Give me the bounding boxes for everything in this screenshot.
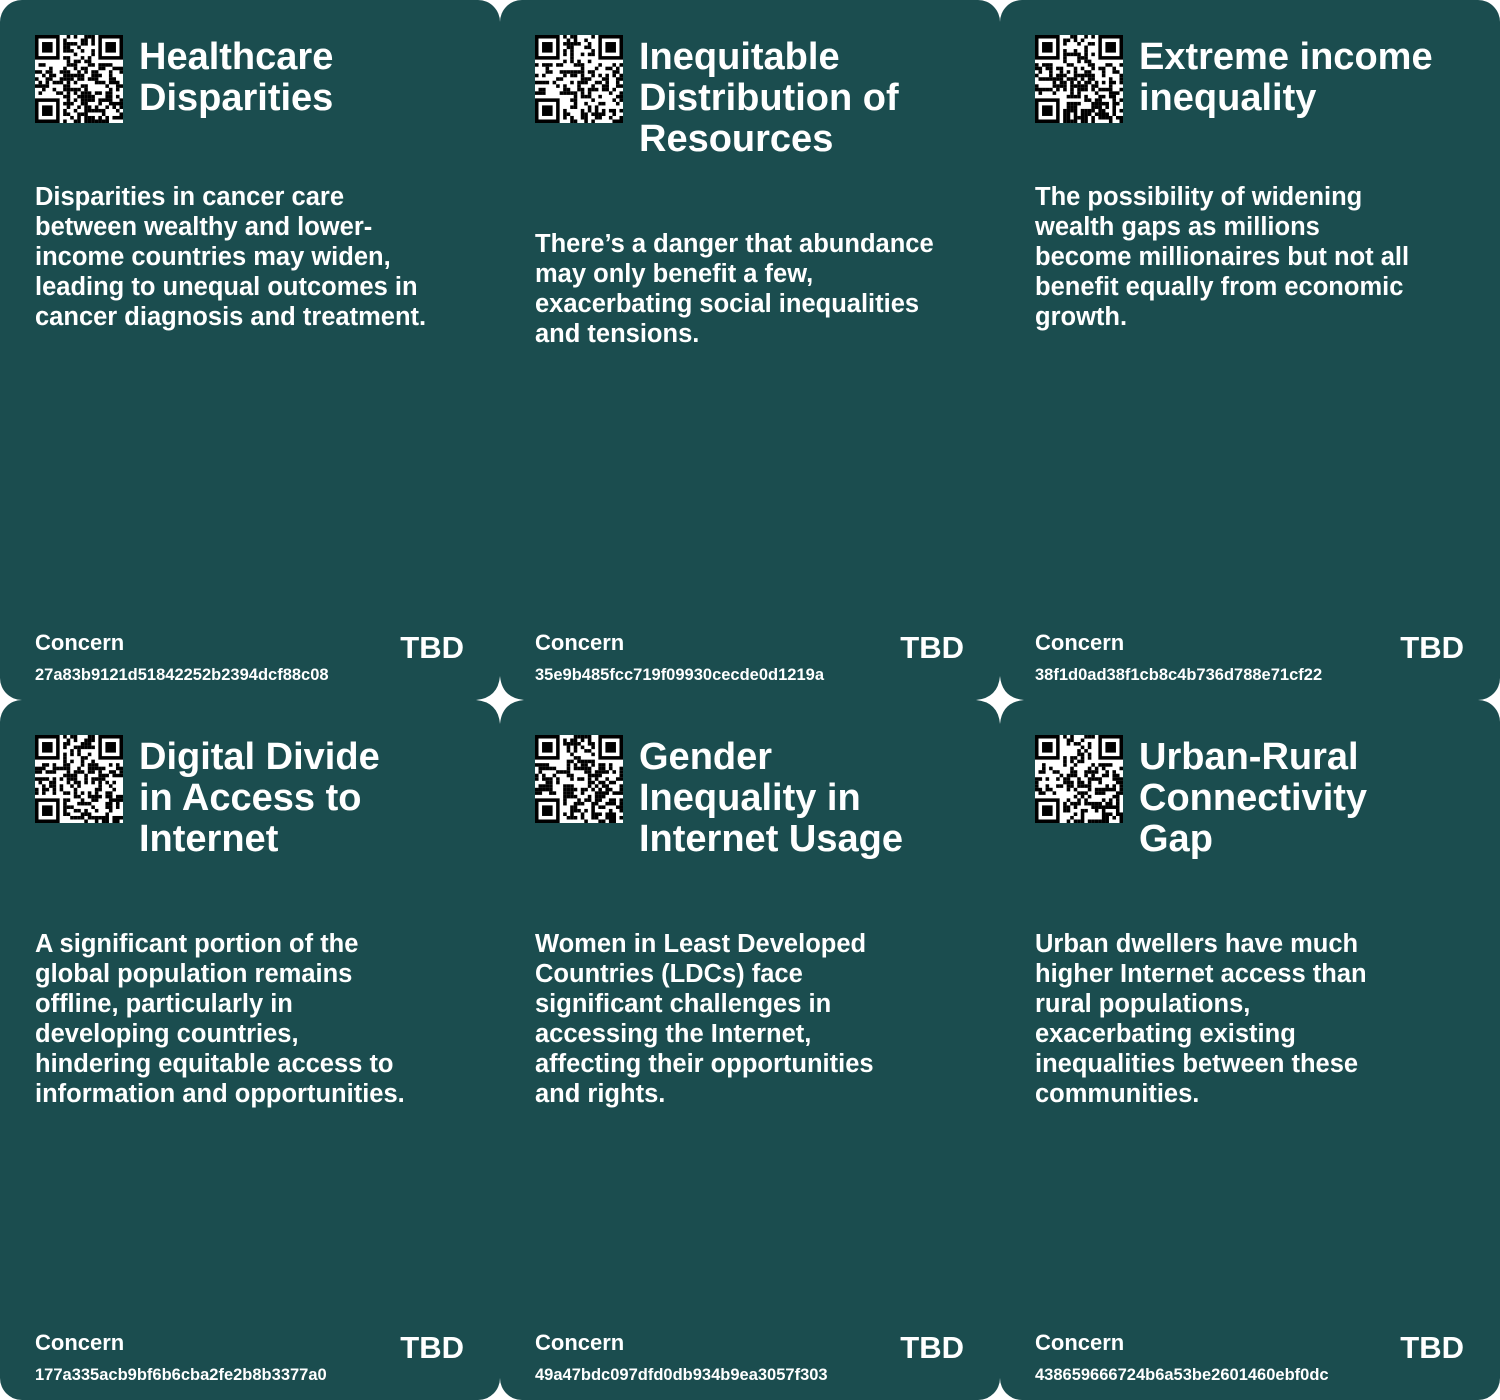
card-status: TBD	[900, 630, 964, 665]
card-type-label: Concern	[1035, 630, 1125, 655]
corner-sparkle-icon	[976, 676, 1024, 724]
concern-card[interactable]: Extreme income inequality The possibilit…	[1000, 0, 1500, 700]
qr-code-icon	[1035, 735, 1123, 823]
card-id: 438659666724b6a53be2601460ebf0dc	[1035, 1366, 1329, 1384]
qr-code-icon	[535, 35, 623, 123]
card-title: Urban-Rural Connectivity Gap	[1139, 736, 1368, 860]
card-type-label: Concern	[35, 630, 125, 655]
card-type-label: Concern	[1035, 1330, 1125, 1355]
qr-code-icon	[35, 735, 123, 823]
card-description: The possibility of widening wealth gaps …	[1035, 183, 1410, 331]
qr-code-icon	[1035, 35, 1123, 123]
card-description: Women in Least Developed Countries (LDCs…	[535, 930, 874, 1108]
card-id: 177a335acb9bf6b6cba2fe2b8b3377a0	[35, 1366, 327, 1384]
card-id: 49a47bdc097dfd0db934b9ea3057f303	[535, 1366, 828, 1384]
card-description: There’s a danger that abundance may only…	[535, 230, 934, 348]
card-id: 38f1d0ad38f1cb8c4b736d788e71cf22	[1035, 666, 1323, 684]
concern-card[interactable]: Gender Inequality in Internet Usage Wome…	[500, 700, 1000, 1400]
card-status: TBD	[900, 1330, 964, 1365]
card-type-label: Concern	[535, 1330, 625, 1355]
card-title: Healthcare Disparities	[139, 36, 334, 119]
card-type-label: Concern	[535, 630, 625, 655]
concern-card[interactable]: Healthcare Disparities Disparities in ca…	[0, 0, 500, 700]
card-id: 27a83b9121d51842252b2394dcf88c08	[35, 666, 329, 684]
qr-code-icon	[535, 735, 623, 823]
concern-card-grid: Healthcare Disparities Disparities in ca…	[0, 0, 1500, 1400]
card-title: Extreme income inequality	[1139, 36, 1433, 119]
card-description: Disparities in cancer care between wealt…	[35, 183, 427, 331]
card-description: Urban dwellers have much higher Internet…	[1035, 930, 1367, 1108]
card-title: Inequitable Distribution of Resources	[639, 36, 899, 160]
concern-card[interactable]: Inequitable Distribution of Resources Th…	[500, 0, 1000, 700]
concern-card[interactable]: Digital Divide in Access to Internet A s…	[0, 700, 500, 1400]
card-status: TBD	[1400, 630, 1464, 665]
qr-code-icon	[35, 35, 123, 123]
card-id: 35e9b485fcc719f09930cecde0d1219a	[535, 666, 824, 684]
card-title: Gender Inequality in Internet Usage	[639, 736, 903, 860]
concern-card[interactable]: Urban-Rural Connectivity Gap Urban dwell…	[1000, 700, 1500, 1400]
card-status: TBD	[1400, 1330, 1464, 1365]
corner-sparkle-icon	[476, 676, 524, 724]
card-status: TBD	[400, 630, 464, 665]
card-title: Digital Divide in Access to Internet	[139, 736, 380, 860]
card-type-label: Concern	[35, 1330, 125, 1355]
card-status: TBD	[400, 1330, 464, 1365]
card-description: A significant portion of the global popu…	[35, 930, 405, 1108]
